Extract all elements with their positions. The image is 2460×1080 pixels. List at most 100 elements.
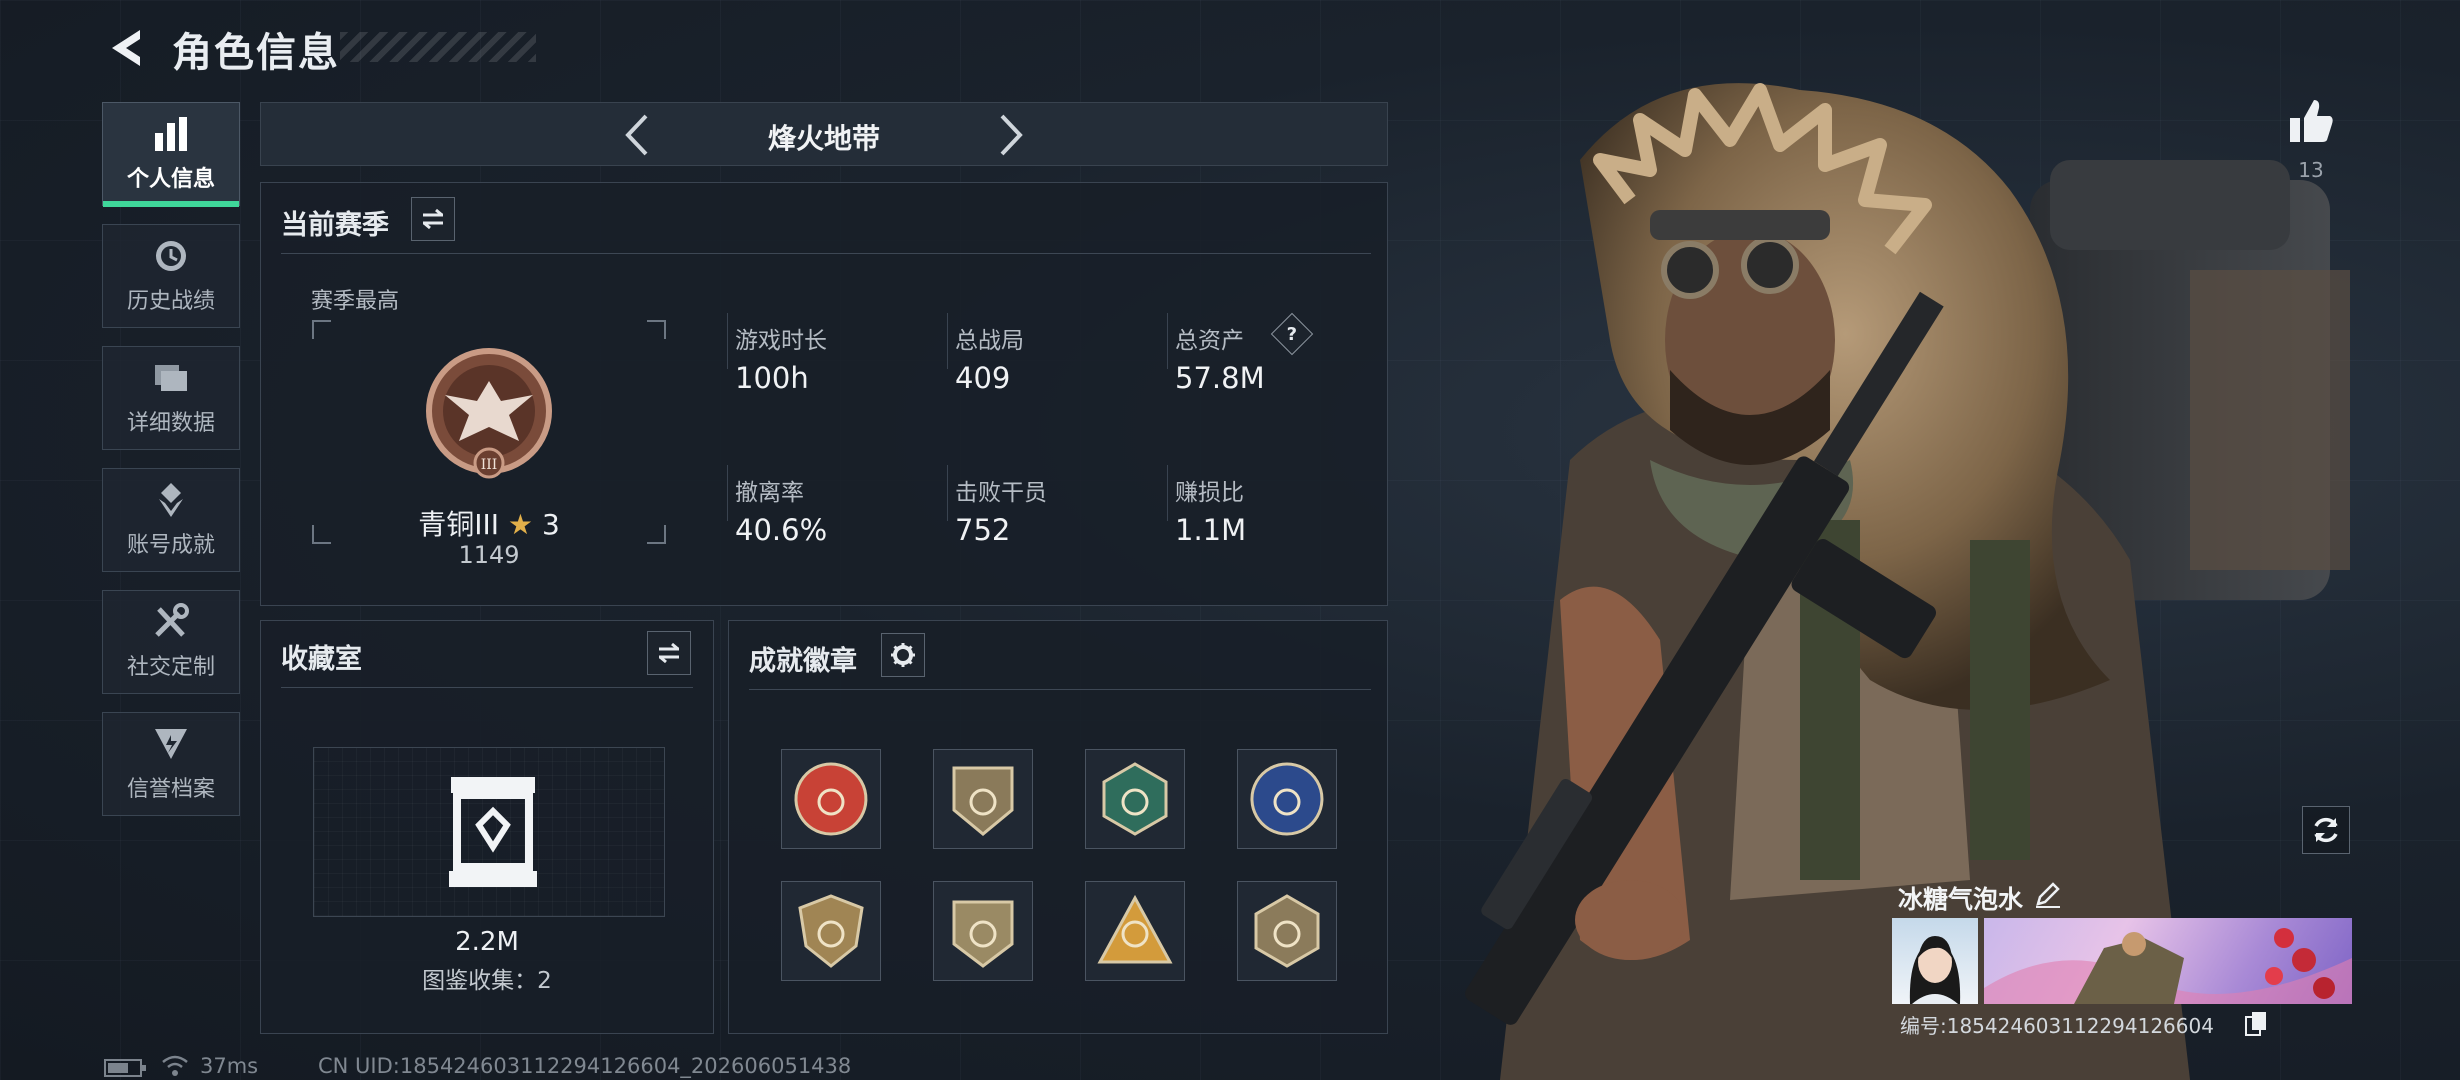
name-card-banner[interactable] [1984,918,2352,1004]
badge-emblem-icon [1254,894,1320,968]
stat-value: 1.1M [1175,513,1247,547]
nav-label: 账号成就 [126,533,215,558]
rank-name: 青铜III [418,508,500,541]
gear-icon [891,643,915,667]
stat-label: 击败干员 [955,480,1047,506]
nickname: 冰糖气泡水 [1898,885,2024,914]
banner-art-icon [1984,928,2352,1004]
copy-icon [2245,1012,2266,1036]
stat-label: 撤离率 [735,480,804,506]
collection-panel[interactable]: 收藏室 2.2M 图鉴收集：2 [260,620,714,1034]
badge-emblem-icon [794,762,868,836]
badges-panel: 成就徽章 [728,620,1388,1034]
badge-shield-face[interactable] [781,881,881,981]
tools-icon [155,603,189,637]
nav-item-personal-info[interactable]: 个人信息 [102,102,240,207]
folders-icon [155,365,187,391]
divider [727,465,728,521]
ping: 37ms [200,1054,259,1078]
collection-title: 收藏室 [281,644,362,675]
player-id: 编号:18542460311229412660​4 [1900,1014,2214,1038]
divider [727,313,728,369]
help-button[interactable]: ? [1270,312,1314,356]
switch-collection-button[interactable] [647,631,691,675]
swap-icon [423,208,443,230]
badge-emblem-icon [798,894,864,968]
avatar[interactable] [1892,918,1978,1004]
badge-knife[interactable] [933,881,1033,981]
nav-item-history[interactable]: 历史战绩 [102,224,240,328]
badge-emblem-icon [1097,894,1173,964]
badge-star-medal[interactable] [781,749,881,849]
history-clock-icon [156,241,186,271]
bronze-rank-emblem-icon: III [426,348,552,479]
badge-emblem-icon [1102,762,1168,836]
rank-stars: 3 [541,508,560,541]
badge-helicopter[interactable] [933,749,1033,849]
divider [947,313,948,369]
switch-season-button[interactable] [411,197,455,241]
display-case-icon [449,777,537,887]
divider [1167,313,1168,369]
badge-settings-button[interactable] [881,633,925,677]
achievement-icon [159,483,183,517]
divider [749,689,1371,690]
like-count: 13 [2298,158,2324,182]
avatar-portrait-icon [1909,936,1961,1004]
star-icon: ★ [507,508,534,541]
nav-item-social-custom[interactable]: 社交定制 [102,590,240,694]
badge-globe[interactable] [1237,749,1337,849]
divider [281,253,1371,254]
uid-text: CN UID:1854246031122941266​04_2026060514… [318,1054,852,1078]
nav-label: 历史战绩 [126,289,215,314]
stat-value: 57.8M [1175,361,1265,395]
pencil-icon [2036,882,2060,908]
badge-emblem-icon [952,766,1014,836]
like-button[interactable] [2286,96,2336,146]
nav-item-detailed-data[interactable]: 详细数据 [102,346,240,450]
stat-label: 总资产 [1175,328,1244,354]
stat-value: 40.6% [735,513,828,547]
help-icon: ? [1286,323,1298,345]
rank-score: 1149 [458,541,520,569]
season-best-label: 赛季最高 [311,289,400,314]
battery-icon [104,1059,146,1077]
stat-value: 100h [735,361,809,395]
credit-shield-icon [155,729,187,759]
next-mode-button[interactable] [987,111,1035,159]
stat-value: 409 [955,361,1011,395]
wifi-icon [162,1055,188,1076]
stat-label: 赚损比 [1175,480,1244,506]
edit-nickname-button[interactable] [2034,880,2062,908]
collection-value: 2.2M [455,927,519,957]
stat-value: 752 [955,513,1011,547]
badges-title: 成就徽章 [749,646,857,677]
nav-label: 详细数据 [126,411,215,436]
season-panel: 当前赛季 赛季最高 III 青铜III ★ 3 1149 游戏时长 100h 总… [260,182,1388,606]
rank-name-row: 青铜III ★ 3 [311,503,667,543]
bar-chart-icon [155,117,187,151]
season-title: 当前赛季 [281,210,389,241]
svg-text:III: III [481,457,498,473]
swap-icon [659,642,679,664]
badge-triangle-dark[interactable] [1237,881,1337,981]
refresh-icon [2314,817,2338,843]
mode-selector: 烽火地带 [260,102,1388,166]
back-button[interactable] [100,22,152,74]
nav-label: 信誉档案 [126,777,215,802]
stat-label: 总战局 [955,328,1024,354]
mode-title: 烽火地带 [767,122,880,155]
nav-item-credit-record[interactable]: 信誉档案 [102,712,240,816]
thumbs-up-icon [2290,100,2333,142]
badge-hornet[interactable] [1085,749,1185,849]
chevron-right-icon [1000,114,1023,156]
badge-triangle-gold[interactable] [1085,881,1185,981]
nav-item-achievements[interactable]: 账号成就 [102,468,240,572]
page-title: 角色信息 [172,30,340,76]
badge-emblem-icon [952,900,1014,968]
back-arrow-icon [112,30,140,66]
badge-emblem-icon [1250,762,1324,836]
copy-id-button[interactable] [2244,1010,2268,1036]
stat-label: 游戏时长 [735,328,827,354]
refresh-button[interactable] [2302,806,2350,854]
